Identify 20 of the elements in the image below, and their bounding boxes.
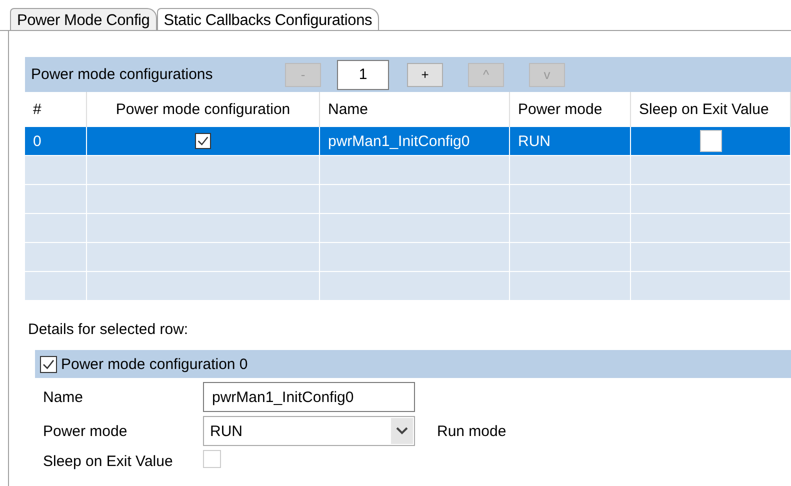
table-row[interactable]: 0 pwrMan1_InitConfig0 RUN [25,127,791,156]
count-field[interactable]: 1 [337,60,389,90]
checkbox[interactable] [195,133,211,149]
section-title: Power mode configurations [31,66,214,83]
add-button[interactable]: + [407,62,443,86]
tab[interactable]: Static Callbacks Configurations [156,8,380,30]
power-mode-dropdown[interactable]: RUN [203,416,415,446]
tab[interactable]: Power Mode Config [10,8,157,30]
details-label: Details for selected row: [28,321,190,338]
group-title: Power mode configuration 0 [61,356,248,372]
checkbox[interactable] [40,356,57,372]
table-cell: RUN [518,132,550,150]
caret-icon [391,418,413,444]
table-cell: 0 [33,132,42,150]
field-hint: Run mode [436,422,508,440]
name-field[interactable]: pwrMan1_InitConfig0 [203,382,415,412]
table-cell: pwrMan1_InitConfig0 [328,132,470,150]
field-label: Power mode [43,422,128,440]
field-label: Sleep on Exit Value [43,452,174,470]
field-label: Name [43,388,84,406]
